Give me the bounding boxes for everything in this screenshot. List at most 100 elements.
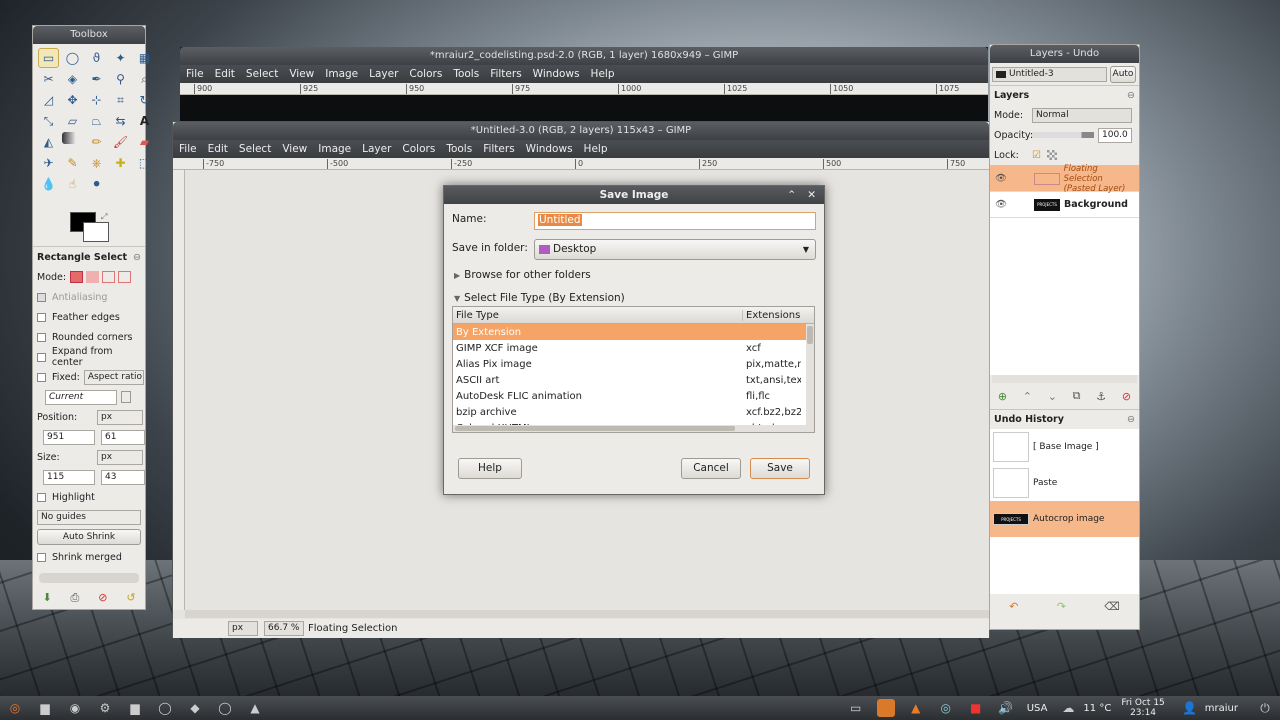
expand-row[interactable]: Expand from center — [33, 346, 145, 368]
foreground-select-tool-icon[interactable]: ◈ — [62, 69, 83, 89]
ellipse-select-tool-icon[interactable]: ◯ — [62, 48, 83, 68]
anchor-layer-icon[interactable]: ⚓ — [1096, 390, 1106, 403]
filetype-row[interactable]: By Extension — [453, 324, 814, 340]
filetype-row[interactable]: GIMP XCF image xcf — [453, 340, 814, 356]
app-icon[interactable]: ◯ — [216, 699, 234, 717]
front-menu-select[interactable]: Select — [239, 143, 271, 155]
color-select-tool-icon[interactable]: ▦ — [134, 48, 155, 68]
align-tool-icon[interactable]: ⊹ — [86, 90, 107, 110]
front-window-title[interactable]: *Untitled-3.0 (RGB, 2 layers) 115x43 – G… — [173, 122, 989, 140]
keyboard-layout[interactable]: USA — [1027, 703, 1048, 714]
record-icon[interactable]: ■ — [967, 699, 985, 717]
help-button[interactable]: Help — [458, 458, 522, 479]
back-menu-colors[interactable]: Colors — [409, 68, 442, 80]
perspective-tool-icon[interactable]: ⏢ — [86, 111, 107, 131]
auto-button[interactable]: Auto — [1110, 65, 1136, 83]
undo-history-item[interactable]: PROJECTS Autocrop image — [990, 501, 1139, 537]
undo-menu-icon[interactable]: ⊖ — [1127, 414, 1135, 425]
opacity-slider[interactable] — [1032, 132, 1094, 138]
back-menu-image[interactable]: Image — [325, 68, 358, 80]
filetype-vscroll[interactable] — [806, 324, 814, 432]
blend-tool-icon[interactable] — [62, 132, 76, 144]
front-menu-colors[interactable]: Colors — [402, 143, 435, 155]
ubuntu-menu-icon[interactable]: ◎ — [6, 699, 24, 717]
save-dialog-title[interactable]: Save Image ⌃ ✕ — [444, 186, 824, 204]
app-icon[interactable]: ◯ — [156, 699, 174, 717]
fixed-checkbox[interactable] — [37, 372, 46, 382]
front-menu-image[interactable]: Image — [318, 143, 351, 155]
layer-row-floating[interactable]: 👁 Floating Selection (Pasted Layer) — [990, 164, 1139, 194]
filetype-row[interactable]: AutoDesk FLIC animation fli,flc — [453, 388, 814, 404]
visibility-eye-icon[interactable]: 👁 — [990, 199, 1012, 210]
text-tool-icon[interactable]: A — [134, 111, 155, 131]
save-button[interactable]: Save — [750, 458, 810, 479]
heal-tool-icon[interactable]: ✚ — [110, 153, 131, 173]
cancel-button[interactable]: Cancel — [681, 458, 741, 479]
airbrush-tool-icon[interactable]: ✈ — [38, 153, 59, 173]
back-menu-layer[interactable]: Layer — [369, 68, 398, 80]
app-icon[interactable]: ◆ — [186, 699, 204, 717]
back-menu-filters[interactable]: Filters — [490, 68, 521, 80]
layers-menu-icon[interactable]: ⊖ — [1127, 90, 1135, 101]
rect-select-tool-icon[interactable]: ▭ — [38, 48, 59, 68]
undo-history-item[interactable]: [ Base Image ] — [990, 429, 1139, 465]
bucket-fill-tool-icon[interactable]: ◭ — [38, 132, 59, 152]
visibility-eye-icon[interactable]: 👁 — [990, 173, 1012, 184]
filetype-row[interactable]: bzip archive xcf.bz2,bz2 — [453, 404, 814, 420]
background-color-swatch[interactable] — [83, 222, 109, 242]
front-menu-view[interactable]: View — [282, 143, 307, 155]
mode-intersect-icon[interactable] — [118, 271, 132, 283]
scale-tool-icon[interactable]: ⤡ — [38, 111, 59, 131]
dialog-close-icon[interactable]: ✕ — [807, 186, 816, 204]
guides-select[interactable]: No guides — [37, 509, 141, 525]
weather-icon[interactable]: ☁ — [1059, 699, 1077, 717]
col-extensions[interactable]: Extensions — [743, 310, 800, 321]
position-y-input[interactable]: 61 — [101, 429, 145, 445]
scissors-tool-icon[interactable]: ✂ — [38, 69, 59, 89]
unit-select[interactable]: px — [228, 621, 258, 636]
paintbrush-tool-icon[interactable]: 🖌 — [110, 132, 131, 152]
pencil-tool-icon[interactable]: ✏ — [86, 132, 107, 152]
crop-tool-icon[interactable]: ⌗ — [110, 90, 131, 110]
blur-tool-icon[interactable]: 💧 — [38, 174, 59, 194]
rotate-tool-icon[interactable]: ↻ — [134, 90, 155, 110]
eraser-tool-icon[interactable]: ▰ — [134, 132, 155, 152]
front-menu-edit[interactable]: Edit — [208, 143, 228, 155]
back-window-title[interactable]: *mraiur2_codelisting.psd-2.0 (RGB, 1 lay… — [180, 47, 988, 65]
image-select[interactable]: Untitled-3 — [992, 66, 1107, 82]
filetype-row[interactable]: ASCII art txt,ansi,tex — [453, 372, 814, 388]
browse-expander[interactable]: ▶ Browse for other folders — [454, 269, 591, 281]
layer-mode-select[interactable]: Normal — [1032, 107, 1132, 123]
save-options-icon[interactable]: ⬇ — [42, 591, 51, 605]
mode-add-icon[interactable] — [86, 271, 100, 283]
paths-tool-icon[interactable]: ✒ — [86, 69, 107, 89]
back-menu-file[interactable]: File — [186, 68, 204, 80]
username[interactable]: mraiur — [1205, 703, 1238, 714]
flip-tool-icon[interactable]: ⇆ — [110, 111, 131, 131]
options-menu-icon[interactable]: ⊖ — [133, 252, 141, 263]
fuzzy-select-tool-icon[interactable]: ✦ — [110, 48, 131, 68]
filetype-expander[interactable]: ▼ Select File Type (By Extension) — [454, 292, 625, 304]
col-file-type[interactable]: File Type — [453, 309, 743, 321]
feather-row[interactable]: Feather edges — [33, 307, 145, 327]
new-layer-icon[interactable]: ⊕ — [998, 390, 1007, 403]
filetype-hscroll[interactable] — [453, 425, 808, 432]
raise-layer-icon[interactable]: ⌃ — [1023, 390, 1032, 403]
name-input[interactable]: Untitled — [534, 212, 816, 230]
undo-icon[interactable]: ↶ — [1009, 600, 1018, 613]
dodge-burn-tool-icon[interactable]: ⚫ — [86, 174, 107, 194]
zoom-tool-icon[interactable]: ⌕ — [134, 69, 155, 89]
shear-tool-icon[interactable]: ▱ — [62, 111, 83, 131]
temperature[interactable]: 11 °C — [1083, 703, 1111, 714]
smudge-tool-icon[interactable]: ☝ — [62, 174, 83, 194]
window-list-icon[interactable]: ▭ — [847, 699, 865, 717]
gimp-task-icon[interactable] — [876, 699, 895, 717]
shrink-merged-row[interactable]: Shrink merged — [33, 547, 145, 567]
folder-select[interactable]: Desktop ▼ — [534, 239, 816, 260]
position-x-input[interactable]: 951 — [43, 429, 95, 445]
size-unit-select[interactable]: px — [97, 449, 143, 465]
duplicate-layer-icon[interactable]: ⧉ — [1073, 389, 1081, 403]
vlc-icon[interactable]: ▲ — [907, 699, 925, 717]
front-menu-windows[interactable]: Windows — [526, 143, 573, 155]
lock-alpha-icon[interactable] — [1046, 150, 1057, 160]
